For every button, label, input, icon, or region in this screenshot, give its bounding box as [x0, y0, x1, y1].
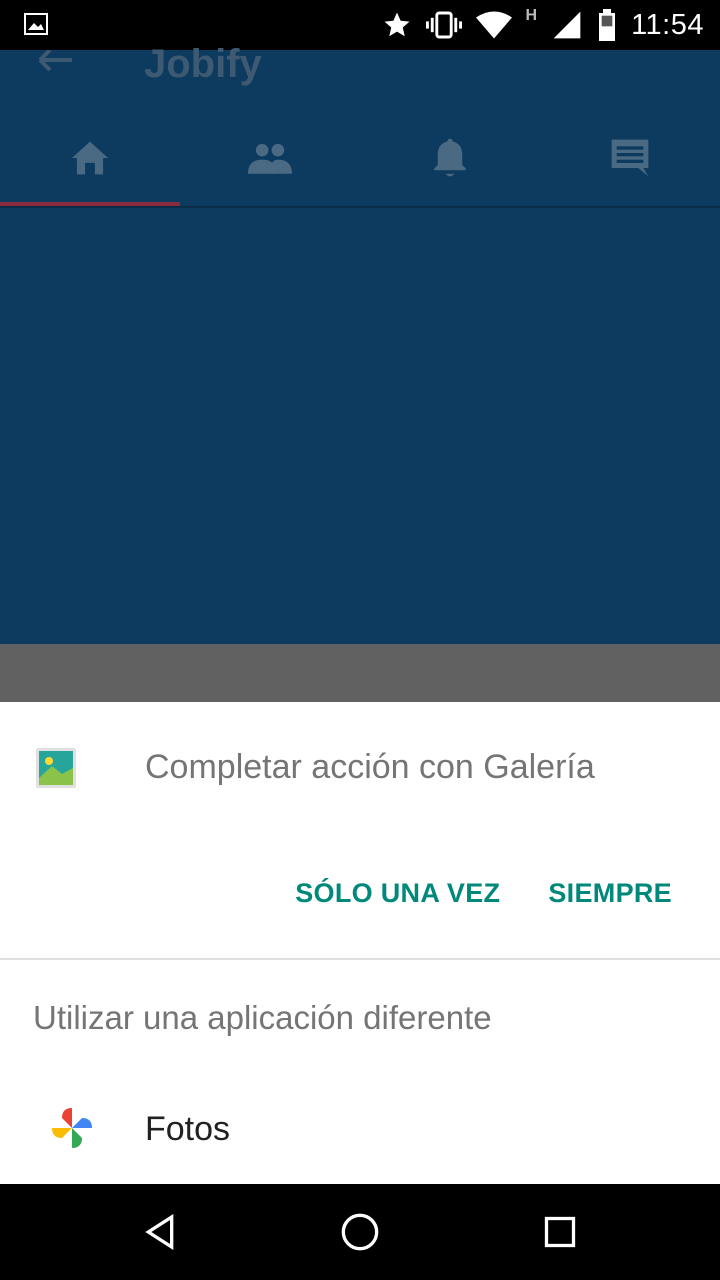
bell-icon [434, 138, 466, 177]
app-title: Jobify [144, 42, 262, 86]
always-button[interactable]: SIEMPRE [548, 878, 672, 909]
status-bar: H 11:54 [0, 0, 720, 50]
just-once-button[interactable]: SÓLO UNA VEZ [295, 878, 500, 909]
people-icon [248, 143, 292, 174]
wifi-icon [475, 11, 512, 39]
image-notification-icon [24, 13, 48, 35]
tab-bar [0, 110, 720, 208]
vibrate-icon [425, 11, 462, 39]
google-photos-icon [52, 1108, 92, 1148]
app-option-fotos[interactable]: Fotos [0, 1086, 720, 1170]
chooser-title: Completar acción con Galería [145, 748, 595, 786]
clock: 11:54 [631, 8, 704, 41]
home-circle-icon [341, 1213, 379, 1251]
nav-home-button[interactable] [336, 1208, 384, 1256]
app-label-fotos: Fotos [145, 1110, 231, 1148]
tab-people[interactable] [180, 110, 360, 206]
app-background: Jobify [0, 42, 720, 644]
star-icon [384, 12, 410, 37]
signal-icon [553, 11, 581, 39]
chooser-actions: SÓLO UNA VEZ SIEMPRE [295, 878, 672, 909]
other-app-heading: Utilizar una aplicación diferente [33, 999, 492, 1036]
battery-icon [599, 9, 616, 41]
gallery-app-icon [36, 748, 76, 788]
nav-recents-button[interactable] [536, 1208, 584, 1256]
back-icon [145, 1213, 174, 1251]
tab-home[interactable] [0, 110, 180, 206]
toolbar: Jobify [0, 42, 720, 110]
navigation-bar [0, 1184, 720, 1280]
tab-messages[interactable] [540, 110, 720, 206]
recents-icon [544, 1216, 576, 1248]
tab-notifications[interactable] [360, 110, 540, 206]
app-chooser-sheet: Completar acción con Galería SÓLO UNA VE… [0, 702, 720, 1184]
network-type: H [525, 7, 538, 24]
home-icon [72, 141, 108, 175]
divider [0, 958, 720, 960]
nav-back-button[interactable] [136, 1208, 184, 1256]
chooser-header: Completar acción con Galería [0, 702, 720, 832]
chat-icon [611, 139, 649, 177]
back-arrow-icon[interactable] [36, 50, 76, 80]
scrim[interactable] [0, 644, 720, 702]
